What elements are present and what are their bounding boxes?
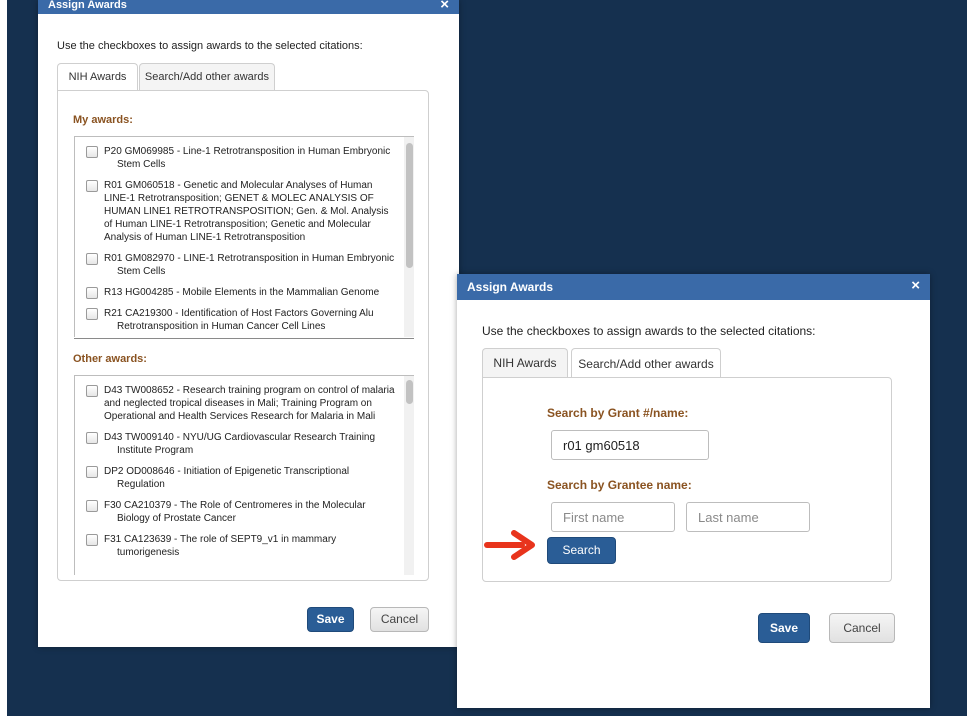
award-checkbox[interactable] bbox=[86, 385, 98, 397]
other-awards-list[interactable]: D43 TW008652 - Research training program… bbox=[74, 375, 414, 575]
my-awards-scrollbar[interactable] bbox=[404, 137, 414, 337]
award-label: DP2 OD008646 - Initiation of Epigenetic … bbox=[104, 466, 350, 490]
award-item[interactable]: D43 TW008652 - Research training program… bbox=[75, 380, 414, 427]
close-icon[interactable]: × bbox=[440, 0, 449, 13]
dialog-title: Assign Awards bbox=[467, 280, 554, 294]
award-label: R01 GM060518 - Genetic and Molecular Ana… bbox=[104, 180, 389, 243]
award-item[interactable]: F31 CA123639 - The role of SEPT9_v1 in m… bbox=[75, 529, 414, 563]
tab-panel-nih: My awards: P20 GM069985 - Line-1 Retrotr… bbox=[57, 90, 429, 581]
award-checkbox[interactable] bbox=[86, 466, 98, 478]
award-checkbox[interactable] bbox=[86, 432, 98, 444]
award-tabs: NIH Awards Search/Add other awards bbox=[57, 63, 447, 91]
tab-nih-awards[interactable]: NIH Awards bbox=[57, 63, 138, 91]
cancel-button[interactable]: Cancel bbox=[829, 613, 895, 643]
cancel-button[interactable]: Cancel bbox=[370, 607, 429, 632]
my-awards-list[interactable]: P20 GM069985 - Line-1 Retrotransposition… bbox=[74, 136, 414, 337]
award-checkbox[interactable] bbox=[86, 146, 98, 158]
dialog-title: Assign Awards bbox=[48, 0, 127, 11]
last-name-input[interactable] bbox=[686, 502, 810, 532]
award-item[interactable]: P20 GM069985 - Line-1 Retrotransposition… bbox=[75, 141, 414, 175]
save-button[interactable]: Save bbox=[758, 613, 810, 643]
award-item[interactable]: R13 HG004285 - Mobile Elements in the Ma… bbox=[75, 282, 414, 303]
award-checkbox[interactable] bbox=[86, 287, 98, 299]
section-divider bbox=[74, 338, 414, 339]
my-awards-heading: My awards: bbox=[73, 114, 133, 126]
grant-search-label: Search by Grant #/name: bbox=[547, 406, 689, 420]
annotation-arrow-icon bbox=[484, 530, 535, 560]
dialog-titlebar: Assign Awards × bbox=[38, 0, 459, 14]
other-awards-scrollbar[interactable] bbox=[404, 376, 414, 575]
award-item[interactable]: DP2 OD008646 - Initiation of Epigenetic … bbox=[75, 461, 414, 495]
award-tabs: NIH Awards Search/Add other awards bbox=[482, 348, 912, 378]
tab-panel-search: Search by Grant #/name: Search by Grante… bbox=[482, 377, 892, 582]
save-button[interactable]: Save bbox=[307, 607, 354, 632]
tab-nih-awards[interactable]: NIH Awards bbox=[482, 348, 568, 377]
dialog-instructions: Use the checkboxes to assign awards to t… bbox=[57, 40, 363, 52]
award-label: R01 GM082970 - LINE-1 Retrotransposition… bbox=[104, 253, 395, 277]
award-checkbox[interactable] bbox=[86, 308, 98, 320]
scrollbar-thumb[interactable] bbox=[406, 143, 413, 268]
award-checkbox[interactable] bbox=[86, 500, 98, 512]
award-item[interactable]: R01 GM082970 - LINE-1 Retrotransposition… bbox=[75, 248, 414, 282]
award-checkbox[interactable] bbox=[86, 253, 98, 265]
dialog-titlebar: Assign Awards × bbox=[457, 274, 930, 300]
scrollbar-thumb[interactable] bbox=[406, 380, 413, 404]
search-button[interactable]: Search bbox=[547, 537, 616, 564]
award-item[interactable]: D43 TW009140 - NYU/UG Cardiovascular Res… bbox=[75, 427, 414, 461]
grant-search-input[interactable] bbox=[551, 430, 709, 460]
tab-search-add-awards[interactable]: Search/Add other awards bbox=[139, 63, 275, 90]
award-label: F30 CA210379 - The Role of Centromeres i… bbox=[104, 500, 366, 524]
award-label: R21 CA219300 - Identification of Host Fa… bbox=[104, 308, 374, 332]
award-label: R13 HG004285 - Mobile Elements in the Ma… bbox=[104, 287, 380, 298]
assign-awards-dialog-search: Assign Awards × Use the checkboxes to as… bbox=[457, 274, 930, 708]
award-checkbox[interactable] bbox=[86, 534, 98, 546]
award-label: P20 GM069985 - Line-1 Retrotransposition… bbox=[104, 146, 391, 170]
tab-search-add-awards[interactable]: Search/Add other awards bbox=[571, 348, 721, 378]
award-item[interactable]: R21 CA219300 - Identification of Host Fa… bbox=[75, 303, 414, 337]
award-checkbox[interactable] bbox=[86, 180, 98, 192]
first-name-input[interactable] bbox=[551, 502, 675, 532]
dialog-instructions: Use the checkboxes to assign awards to t… bbox=[482, 324, 816, 338]
award-label: D43 TW009140 - NYU/UG Cardiovascular Res… bbox=[104, 432, 376, 456]
award-label: F31 CA123639 - The role of SEPT9_v1 in m… bbox=[104, 534, 337, 558]
award-label: D43 TW008652 - Research training program… bbox=[104, 385, 395, 422]
award-item[interactable]: F30 CA210379 - The Role of Centromeres i… bbox=[75, 495, 414, 529]
assign-awards-dialog-nih: Assign Awards × Use the checkboxes to as… bbox=[38, 0, 459, 647]
award-item[interactable]: R01 GM060518 - Genetic and Molecular Ana… bbox=[75, 175, 414, 248]
close-icon[interactable]: × bbox=[911, 277, 920, 294]
grantee-search-label: Search by Grantee name: bbox=[547, 478, 692, 492]
other-awards-heading: Other awards: bbox=[73, 353, 147, 365]
